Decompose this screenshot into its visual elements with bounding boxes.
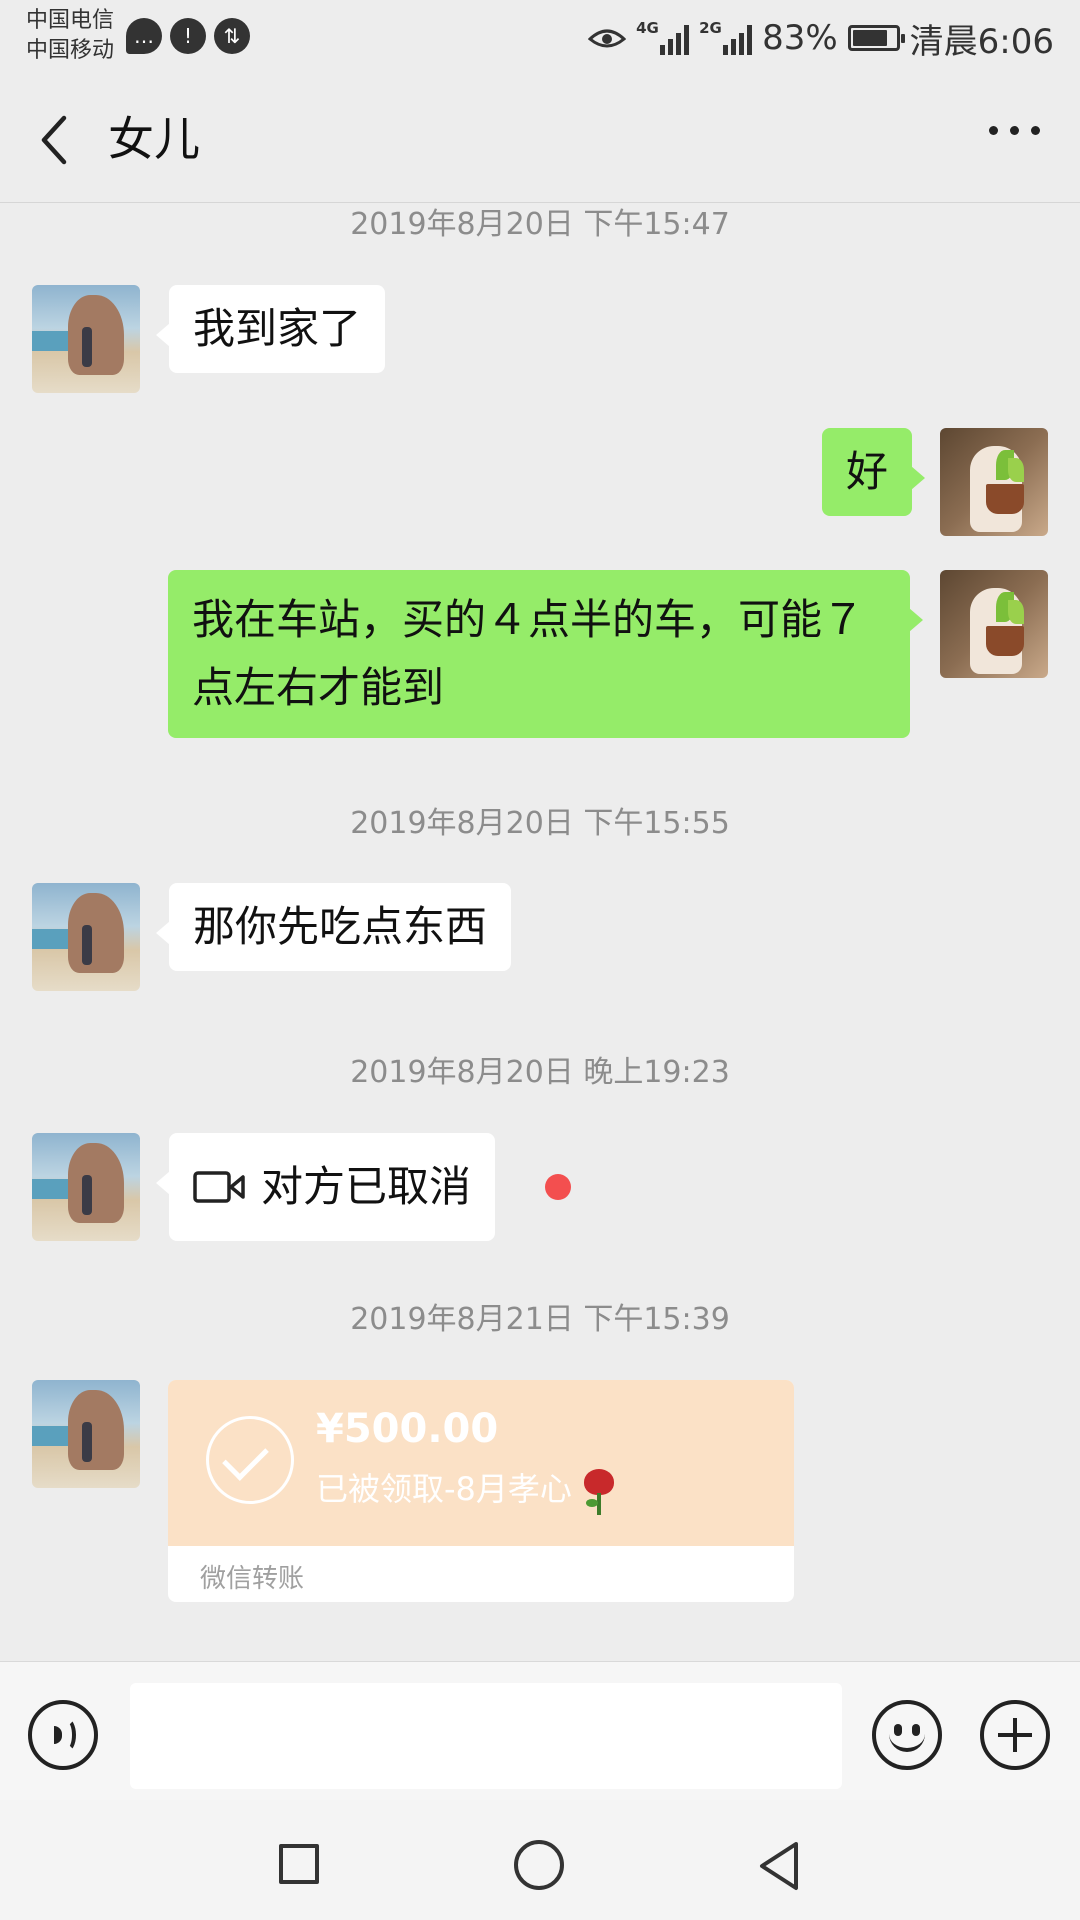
transfer-note-text: 已被领取-8月孝心: [316, 1470, 572, 1508]
outgoing-message[interactable]: 好: [821, 428, 926, 516]
message-input[interactable]: [130, 1683, 842, 1789]
input-bar: [0, 1661, 1080, 1800]
contact-avatar[interactable]: [32, 1133, 140, 1241]
timestamp: 2019年8月20日 下午15:55: [350, 806, 730, 841]
status-bar: 中国电信 中国移动 … ! ⇅ 4G 2G 83% 清晨6:06: [0, 0, 1080, 76]
network-type-1: 4G: [636, 19, 659, 37]
carrier-labels: 中国电信 中国移动: [26, 6, 114, 66]
video-call-icon: [193, 1171, 245, 1203]
incoming-message[interactable]: 我到家了: [155, 285, 386, 373]
message-notification-icon: …: [126, 18, 162, 54]
timestamp: 2019年8月20日 晚上19:23: [350, 1055, 730, 1090]
transfer-card[interactable]: ¥500.00 已被领取-8月孝心 微信转账: [168, 1380, 794, 1602]
my-avatar[interactable]: [940, 428, 1048, 536]
transfer-card-body: ¥500.00 已被领取-8月孝心: [168, 1380, 794, 1546]
chat-title: 女儿: [108, 112, 200, 166]
contact-avatar[interactable]: [32, 285, 140, 393]
incoming-message[interactable]: 那你先吃点东西: [155, 883, 512, 971]
emoji-icon[interactable]: [872, 1700, 942, 1770]
rose-icon: [580, 1469, 616, 1515]
unread-dot: [545, 1174, 571, 1200]
back-icon[interactable]: [756, 1840, 802, 1892]
recent-apps-icon[interactable]: [279, 1844, 319, 1884]
battery-percent: 83%: [762, 18, 838, 58]
network-type-2: 2G: [699, 19, 722, 37]
transfer-label: 微信转账: [200, 1564, 305, 1594]
eye-comfort-icon: [588, 29, 627, 48]
transfer-note: 已被领取-8月孝心: [316, 1464, 616, 1515]
message-list[interactable]: 2019年8月20日 下午15:47 我到家了 好 我在车站，买的４点半的车，可…: [0, 203, 1080, 1661]
signal-1-icon: 4G: [636, 19, 690, 55]
contact-avatar[interactable]: [32, 1380, 140, 1488]
system-nav-bar: [0, 1800, 1080, 1920]
carrier-2: 中国移动: [26, 38, 115, 63]
call-status: 对方已取消: [261, 1162, 472, 1211]
plus-icon[interactable]: [980, 1700, 1050, 1770]
chevron-left-icon[interactable]: [34, 112, 74, 168]
data-transfer-icon: ⇅: [214, 18, 250, 54]
clock: 清晨6:06: [909, 21, 1054, 62]
chat-header: 女儿: [0, 76, 1080, 203]
battery-icon: [847, 25, 905, 51]
more-icon[interactable]: [989, 126, 1040, 135]
timestamp: 2019年8月21日 下午15:39: [350, 1302, 730, 1337]
home-icon[interactable]: [514, 1840, 564, 1890]
check-circle-icon: [206, 1416, 294, 1504]
carrier-1: 中国电信: [26, 8, 115, 33]
my-avatar[interactable]: [940, 570, 1048, 678]
contact-avatar[interactable]: [32, 883, 140, 991]
status-right: 4G 2G 83% 清晨6:06: [588, 14, 1054, 62]
outgoing-message[interactable]: 我在车站，买的４点半的车，可能７点左右才能到: [168, 570, 923, 738]
voice-icon[interactable]: [28, 1700, 98, 1770]
signal-2-icon: 2G: [699, 19, 753, 55]
incoming-call-message[interactable]: 对方已取消: [155, 1133, 496, 1241]
timestamp: 2019年8月20日 下午15:47: [350, 207, 730, 242]
cloud-alert-icon: !: [170, 18, 206, 54]
transfer-amount: ¥500.00: [316, 1406, 499, 1452]
